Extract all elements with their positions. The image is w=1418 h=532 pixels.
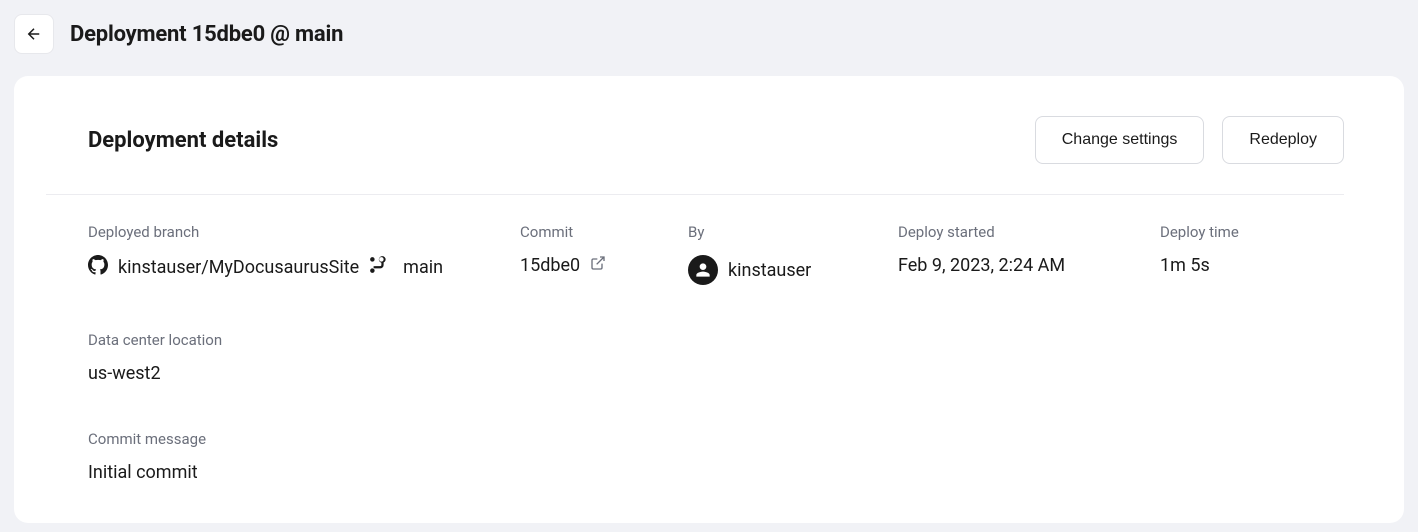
section-title: Deployment details bbox=[88, 128, 278, 153]
redeploy-button[interactable]: Redeploy bbox=[1222, 116, 1344, 164]
deploy-started-value: Feb 9, 2023, 2:24 AM bbox=[898, 255, 1160, 276]
field-label: Deploy time bbox=[1160, 223, 1344, 241]
change-settings-button[interactable]: Change settings bbox=[1035, 116, 1205, 164]
details-row-1: Deployed branch kinstauser/MyDocusaurusS… bbox=[88, 223, 1344, 285]
repo-name[interactable]: kinstauser/MyDocusaurusSite bbox=[118, 257, 359, 278]
external-link-icon[interactable] bbox=[590, 255, 606, 276]
field-data-center: Data center location us-west2 bbox=[88, 331, 222, 384]
field-label: Data center location bbox=[88, 331, 222, 349]
details-row-3: Commit message Initial commit bbox=[88, 430, 1344, 483]
data-center-value: us-west2 bbox=[88, 363, 222, 384]
user-name[interactable]: kinstauser bbox=[728, 260, 811, 281]
field-value: kinstauser bbox=[688, 255, 898, 285]
branch-icon bbox=[369, 256, 387, 279]
deploy-time-value: 1m 5s bbox=[1160, 255, 1344, 276]
deployment-details-card: Deployment details Change settings Redep… bbox=[14, 76, 1404, 523]
user-avatar bbox=[688, 255, 718, 285]
field-commit: Commit 15dbe0 bbox=[520, 223, 688, 285]
branch-name[interactable]: main bbox=[403, 257, 443, 278]
field-deployed-branch: Deployed branch kinstauser/MyDocusaurusS… bbox=[88, 223, 520, 285]
commit-hash[interactable]: 15dbe0 bbox=[520, 255, 580, 276]
field-label: Deployed branch bbox=[88, 223, 520, 241]
details-grid: Deployed branch kinstauser/MyDocusaurusS… bbox=[46, 223, 1344, 483]
field-label: Commit bbox=[520, 223, 688, 241]
field-deploy-started: Deploy started Feb 9, 2023, 2:24 AM bbox=[898, 223, 1160, 285]
page-title: Deployment 15dbe0 @ main bbox=[70, 22, 343, 47]
field-value: kinstauser/MyDocusaurusSite main bbox=[88, 255, 520, 280]
field-label: Commit message bbox=[88, 430, 206, 448]
field-by: By kinstauser bbox=[688, 223, 898, 285]
github-icon bbox=[88, 255, 108, 280]
field-deploy-time: Deploy time 1m 5s bbox=[1160, 223, 1344, 285]
arrow-left-icon bbox=[25, 25, 43, 43]
field-commit-message: Commit message Initial commit bbox=[88, 430, 206, 483]
action-buttons: Change settings Redeploy bbox=[1035, 116, 1344, 164]
back-button[interactable] bbox=[14, 14, 54, 54]
details-row-2: Data center location us-west2 bbox=[88, 331, 1344, 384]
field-value: 15dbe0 bbox=[520, 255, 688, 276]
topbar: Deployment 15dbe0 @ main bbox=[0, 0, 1418, 68]
field-label: By bbox=[688, 223, 898, 241]
field-label: Deploy started bbox=[898, 223, 1160, 241]
commit-message-value: Initial commit bbox=[88, 462, 206, 483]
card-header: Deployment details Change settings Redep… bbox=[46, 116, 1344, 195]
